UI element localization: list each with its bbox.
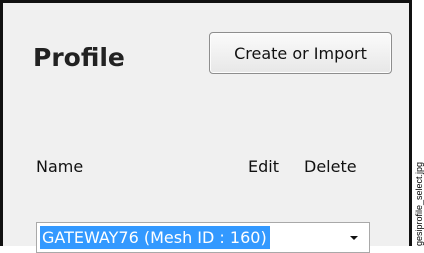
page-title: Profile bbox=[33, 43, 125, 72]
edit-column-label: Edit bbox=[248, 157, 279, 176]
create-or-import-button[interactable]: Create or Import bbox=[209, 32, 392, 74]
chevron-down-icon[interactable] bbox=[339, 223, 369, 252]
profile-select[interactable]: GATEWAY76 (Mesh ID : 160) bbox=[36, 222, 370, 253]
name-column-label: Name bbox=[36, 157, 84, 176]
image-filename-caption: gesiprofile_select.jpg bbox=[414, 161, 424, 246]
delete-column-label: Delete bbox=[304, 157, 357, 176]
profile-panel: Profile Create or Import Name Edit Delet… bbox=[0, 0, 412, 253]
